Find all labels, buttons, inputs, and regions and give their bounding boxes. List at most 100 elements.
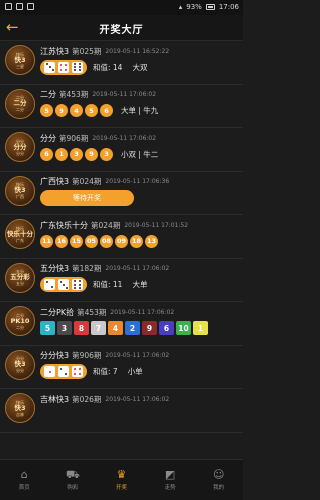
number-ball: 5: [40, 104, 53, 117]
lottery-item[interactable]: 二分 二分 二分 二分 第453期 2019-05-11 17:06:02 5 9 4 5 6 大单 …: [0, 85, 243, 128]
number-ball: 4: [70, 104, 83, 117]
dice-group: [40, 277, 87, 292]
number-ball: 6: [40, 147, 53, 161]
tab-user[interactable]: ☺ 我的: [194, 460, 243, 500]
lottery-issue: 第453期: [77, 307, 107, 317]
number-ball: 16: [55, 234, 68, 248]
lottery-name: 二分: [40, 90, 56, 99]
tab-label: 开奖: [115, 485, 127, 491]
lottery-time: 2019-05-11 17:01:52: [124, 221, 189, 229]
lottery-header-row: 二分 第453期 2019-05-11 17:06:02: [40, 90, 241, 100]
lottery-logo: 快乐 快3 广西: [5, 175, 35, 206]
tab-trend[interactable]: ◩ 走势: [146, 460, 195, 500]
tab-cart[interactable]: ⛟ 购彩: [49, 460, 98, 500]
lottery-name: 广东快乐十分: [40, 220, 88, 230]
number-balls: 59456: [40, 104, 115, 117]
lottery-name: 分分快3: [40, 351, 70, 360]
lottery-time: 2019-05-11 17:06:02: [92, 91, 157, 98]
lottery-logo-text: 快3: [14, 55, 26, 64]
lottery-logo-text: 二分: [13, 99, 27, 107]
lottery-issue: 第906期: [59, 133, 89, 143]
result-summary: 和值: 7: [93, 367, 118, 376]
result-summary: 和值: 11: [93, 280, 123, 289]
result-type: 大单: [132, 280, 148, 289]
waiting-draw-button[interactable]: 等待开奖: [40, 189, 134, 206]
lottery-logo-text: 二分: [16, 107, 24, 112]
pk10-cars: 5 3 8 7 4 2 9 6 10 1: [40, 321, 210, 335]
lottery-logo: 快乐 快3 吉林: [5, 393, 35, 423]
pk10-car-number: 2: [125, 321, 140, 335]
dice-group: [40, 59, 87, 75]
lottery-logo: 五分 五分彩 五分: [5, 262, 35, 293]
dice-6-icon: [72, 279, 83, 290]
dice-1-icon: [44, 366, 55, 377]
result-summary: 小双 | 牛二: [121, 149, 159, 159]
status-bar: ▴ 93% 17:06: [0, 0, 243, 15]
number-ball: 3: [70, 147, 83, 161]
dice-4-icon: [72, 366, 83, 377]
lottery-header-row: 分分 第906期 2019-05-11 17:06:02: [40, 133, 241, 143]
lottery-time: 2019-05-11 16:52:22: [105, 47, 170, 55]
lottery-logo-text: 快3: [14, 403, 26, 412]
tab-home[interactable]: ⌂ 首页: [0, 460, 49, 500]
pk10-car-number: 3: [57, 321, 72, 335]
lottery-time: 2019-05-11 17:06:02: [105, 395, 170, 403]
lottery-result-row: 和值: 11 大单: [40, 277, 241, 293]
result-summary: 大单 | 牛九: [121, 106, 159, 115]
lottery-logo-text: PK10: [10, 316, 30, 325]
pk10-car-number: 1: [193, 321, 208, 335]
number-ball: 05: [85, 234, 98, 248]
number-ball: 13: [145, 234, 158, 248]
tab-label: 首页: [18, 485, 30, 491]
lottery-item[interactable]: 快乐 快乐十分 广东 广东快乐十分 第024期 2019-05-11 17:01:52 11…: [0, 215, 243, 259]
dice-4-icon: [58, 61, 69, 73]
number-ball: 08: [100, 234, 113, 248]
tab-trophy[interactable]: ♛ 开奖: [97, 460, 146, 500]
dice-2-icon: [44, 279, 55, 290]
result-type: 小单: [127, 367, 143, 376]
lottery-name: 五分快3: [40, 264, 70, 273]
lottery-time: 2019-05-11 17:06:02: [110, 308, 175, 316]
lottery-item[interactable]: 五分 五分彩 五分 五分快3 第182期 2019-05-11 17:06:02 和值: 1…: [0, 259, 243, 302]
lottery-header-row: 江苏快3 第025期 2019-05-11 16:52:22: [40, 46, 241, 56]
header: ← 开奖大厅: [0, 15, 243, 41]
lottery-result-row: 等待开奖: [40, 189, 241, 206]
lottery-issue: 第182期: [72, 264, 102, 273]
lottery-logo: 二分 二分 二分: [5, 88, 35, 119]
lottery-logo-text: 五分: [16, 281, 24, 286]
lottery-issue: 第906期: [72, 351, 102, 360]
number-ball: 9: [55, 104, 68, 117]
lottery-header-row: 吉林快3 第026期 2019-05-11 17:06:02: [40, 394, 241, 404]
lottery-logo-text: 三星: [16, 63, 24, 69]
lottery-logo-text: 分分: [16, 150, 24, 156]
lottery-item[interactable]: 快乐 快3 吉林 吉林快3 第026期 2019-05-11 17:06:02: [0, 389, 243, 433]
lottery-issue: 第026期: [72, 394, 102, 404]
dice-3-icon: [58, 279, 69, 290]
lottery-item[interactable]: 快乐 快3 广西 广西快3 第024期 2019-05-11 17:06:36 等待开奖: [0, 172, 243, 215]
clock: 17:06: [218, 3, 239, 11]
pk10-car-number: 6: [159, 321, 174, 335]
lottery-item[interactable]: 分分 快3 分分 分分快3 第906期 2019-05-11 17:06:02 和值: 7 小…: [0, 346, 243, 389]
lottery-result-row: [40, 407, 241, 423]
home-icon: ⌂: [20, 468, 28, 481]
number-ball: 5: [85, 104, 98, 117]
lottery-name: 分分: [40, 133, 56, 143]
lottery-time: 2019-05-11 17:06:02: [105, 352, 170, 359]
lottery-logo-text: 吉林: [16, 411, 24, 417]
lottery-result-row: 6 1 3 9 3 小双 | 牛二: [40, 146, 241, 162]
lottery-logo: 快乐 快乐十分 广东: [5, 219, 35, 249]
lottery-item[interactable]: 二分 PK10 二分 二分PK拾 第453期 2019-05-11 17:06:02 5 3 8…: [0, 302, 243, 346]
lottery-result-row: 5 3 8 7 4 2 9 6 10 1: [40, 320, 241, 336]
lottery-logo-text: 广东: [16, 237, 24, 243]
lottery-results-list[interactable]: 快乐 快3 三星 江苏快3 第025期 2019-05-11 16:52:22 和值: 14…: [0, 41, 243, 459]
lottery-item[interactable]: 快乐 快3 三星 江苏快3 第025期 2019-05-11 16:52:22 和值: 14…: [0, 41, 243, 85]
lottery-item[interactable]: 分分 分分 分分 分分 第906期 2019-05-11 17:06:02 6 1 3 9 3 小双 …: [0, 128, 243, 172]
lottery-name: 二分PK拾: [40, 307, 75, 317]
lottery-logo-text: 快3: [14, 360, 26, 368]
number-ball: 15: [70, 234, 83, 248]
pk10-car-number: 9: [142, 321, 157, 335]
lottery-logo-text: 分分: [13, 142, 27, 151]
lottery-logo: 分分 快3 分分: [5, 349, 35, 380]
lottery-issue: 第453期: [59, 90, 89, 99]
lottery-logo: 分分 分分 分分: [5, 132, 35, 162]
